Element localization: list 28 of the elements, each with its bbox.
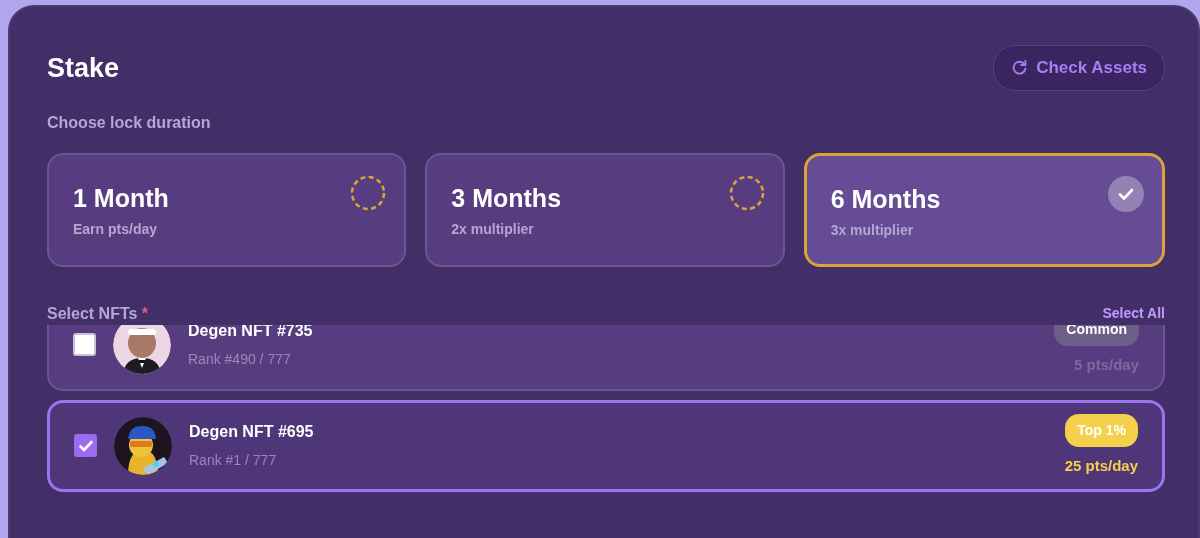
duration-title: 6 Months <box>830 183 941 214</box>
duration-option[interactable]: 1 Month Earn pts/day <box>47 152 407 267</box>
nft-rank: Rank #490 / 777 <box>188 350 292 369</box>
checkbox[interactable] <box>73 333 96 356</box>
select-all-link[interactable]: Select All <box>1102 303 1165 324</box>
duration-title: 1 Month <box>73 182 169 213</box>
page-title: Stake <box>47 51 120 84</box>
nft-name: Degen NFT #735 <box>188 324 314 341</box>
checkbox[interactable] <box>74 434 97 457</box>
tier-tag: Top 1% <box>1065 413 1138 447</box>
refresh-icon <box>1011 59 1029 77</box>
duration-subtitle: 2x multiplier <box>451 219 534 239</box>
points-rate: 25 pts/day <box>1064 455 1138 476</box>
nft-name: Degen NFT #695 <box>189 422 315 442</box>
duration-subtitle: Earn pts/day <box>73 219 158 239</box>
section-label: Select NFTs * <box>47 303 149 324</box>
radio-icon <box>728 174 765 211</box>
nft-row[interactable]: Degen NFT #695 Rank #1 / 777 Top 1% 25 pts/day <box>47 399 1165 492</box>
section-label: Choose lock duration <box>47 112 212 133</box>
duration-title: 3 Months <box>451 182 562 213</box>
duration-subtitle: 3x multiplier <box>830 220 914 240</box>
check-assets-button[interactable]: Check Assets <box>993 45 1165 91</box>
check-icon <box>1108 175 1144 212</box>
radio-icon <box>350 174 387 211</box>
duration-option[interactable]: 3 Months 2x multiplier <box>425 152 785 267</box>
tier-tag: Common <box>1054 324 1139 346</box>
duration-option[interactable]: 6 Months 3x multiplier <box>803 152 1165 267</box>
nft-rank: Rank #1 / 777 <box>189 451 278 470</box>
